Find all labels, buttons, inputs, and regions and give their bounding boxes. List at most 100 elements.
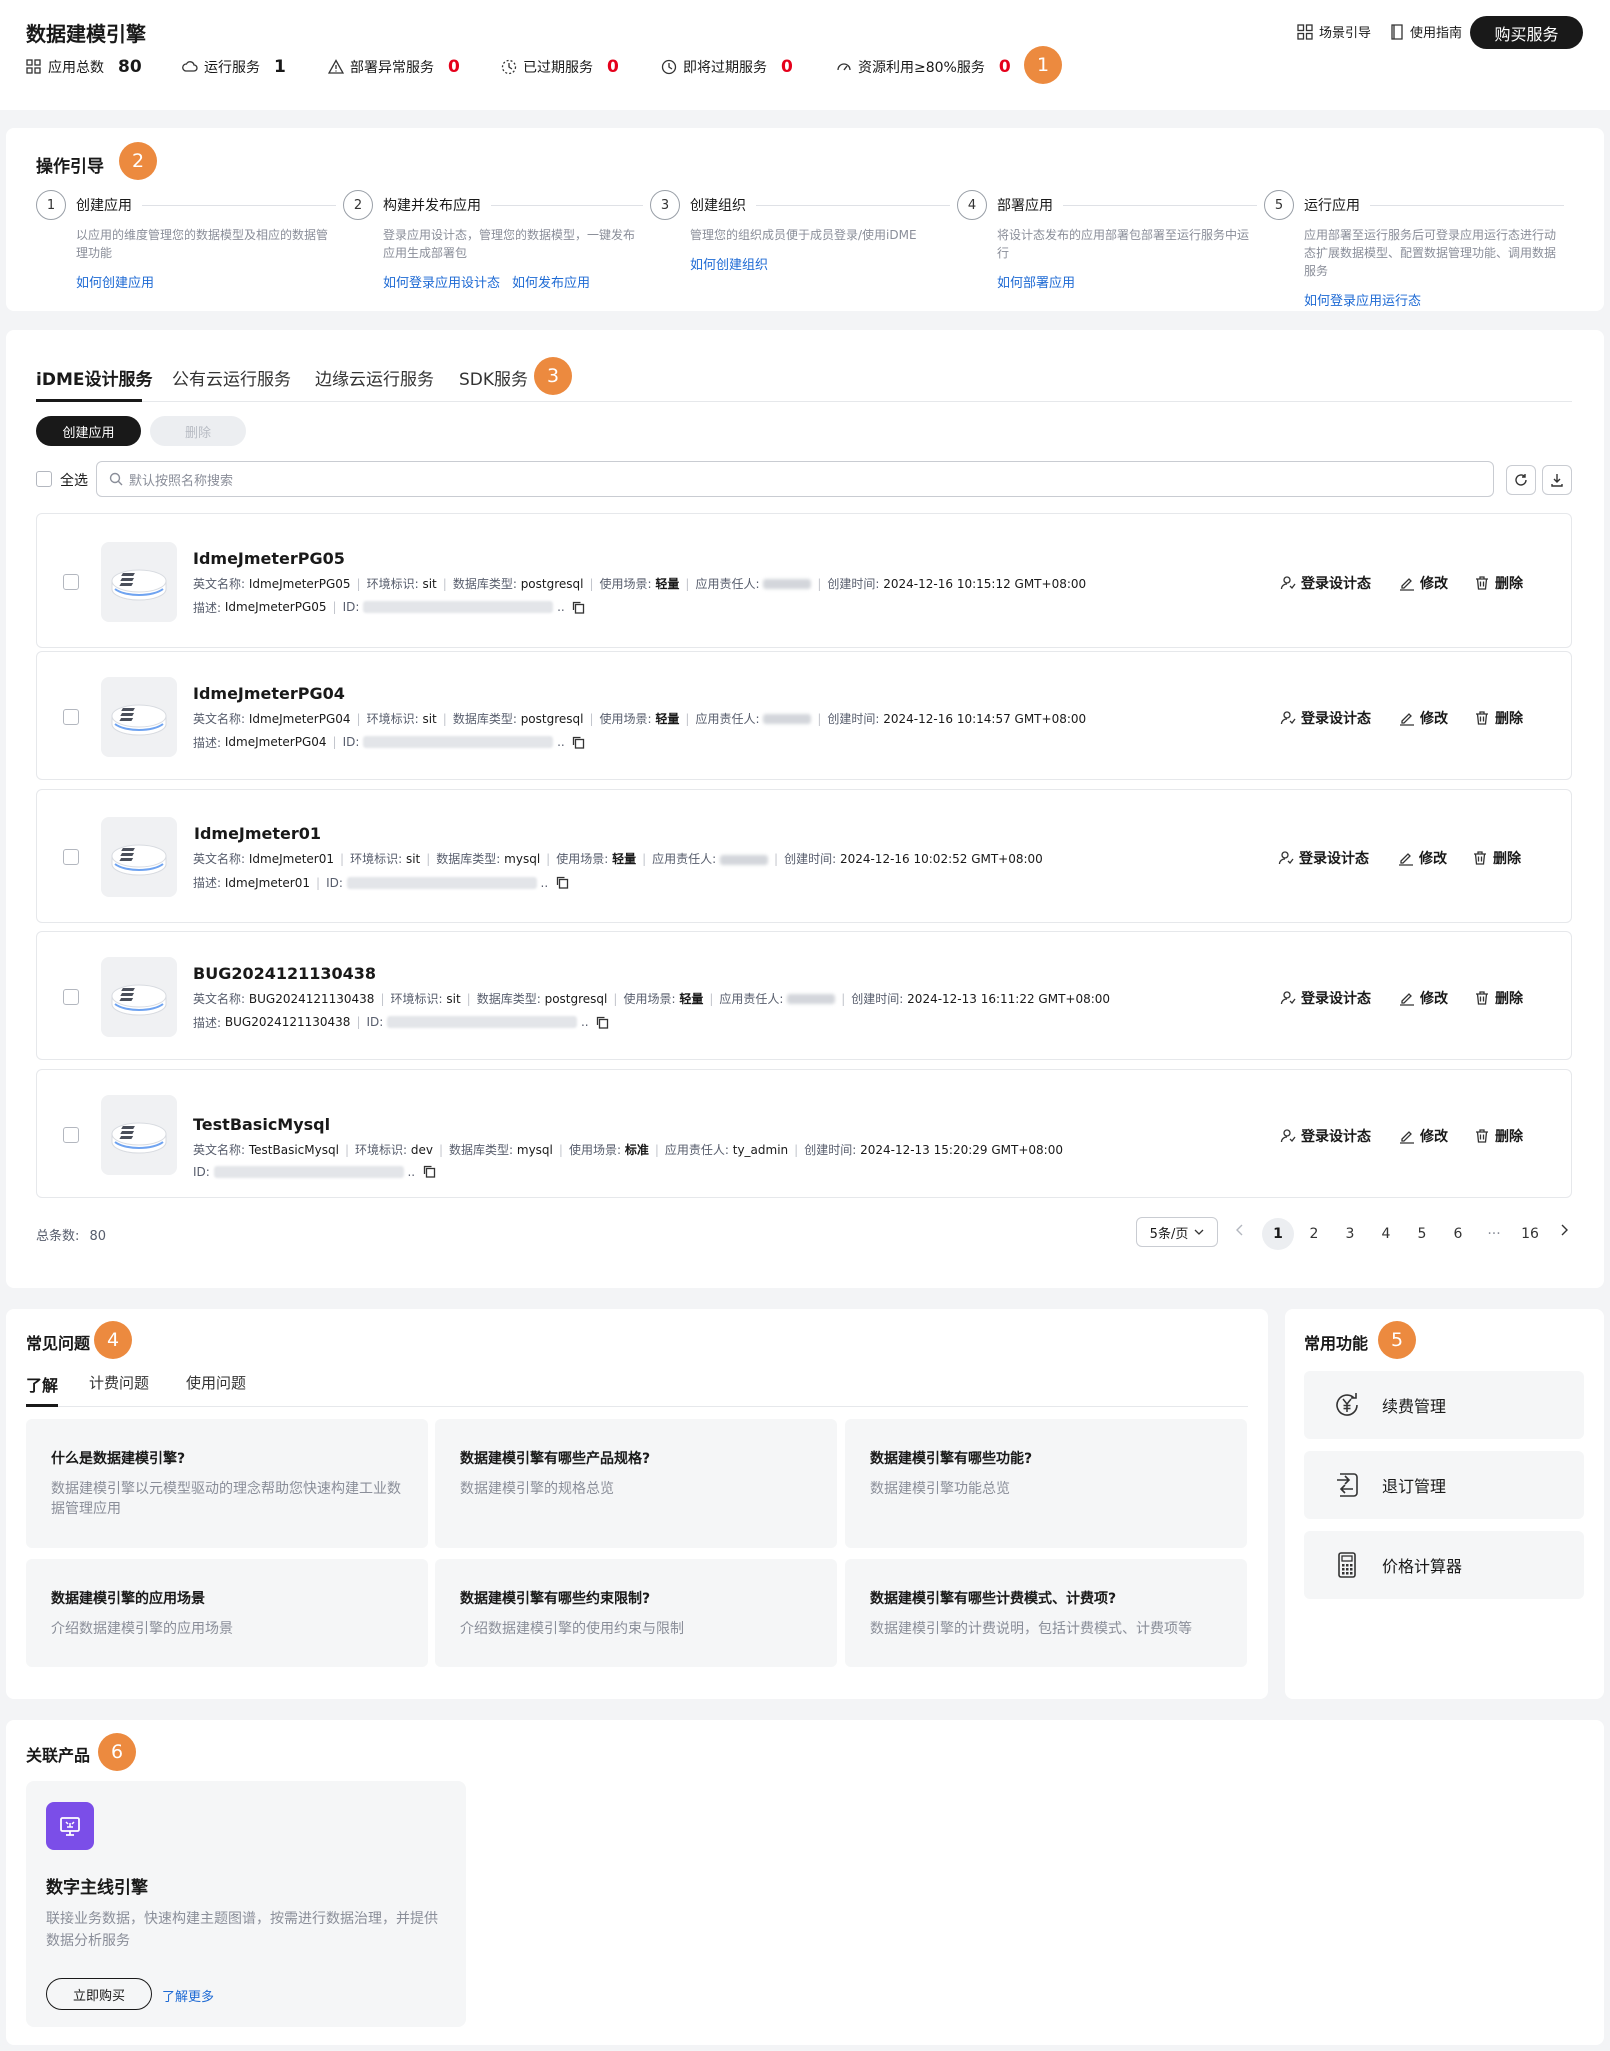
login-design-button[interactable]: 登录设计态 [1280,708,1371,728]
meta-label: 应用责任人: [652,852,717,866]
meta-label: ID: [342,735,360,749]
delete-button[interactable]: 删除 [1474,1126,1523,1146]
edit-icon [1399,853,1413,866]
delete-button[interactable]: 删除 [1474,708,1523,728]
edit-button[interactable]: 修改 [1398,848,1447,868]
page-size-value: 5条/页 [1149,1226,1189,1242]
step-help-link[interactable]: 如何登录应用运行态 [1304,290,1421,309]
faq-tab-3[interactable]: 使用问题 [186,1372,246,1393]
marker-badge-2: 2 [119,142,157,180]
buy-now-button[interactable]: 立即购买 [46,1978,152,2010]
faq-tab-1[interactable]: 了解 [26,1372,58,1396]
price-calculator-item[interactable]: 价格计算器 [1304,1531,1584,1599]
page-button[interactable]: 2 [1298,1218,1330,1250]
edit-button[interactable]: 修改 [1399,988,1448,1008]
stat-5: 即将过期服务 0 [661,57,793,77]
grid-icon [1297,23,1313,40]
faq-item[interactable]: 什么是数据建模引擎? 数据建模引擎以元模型驱动的理念帮助您快速构建工业数据管理应用 [26,1419,428,1548]
login-design-label: 登录设计态 [1301,990,1371,1007]
prev-page-button[interactable] [1236,1224,1244,1240]
download-icon [1551,474,1563,487]
page-size-select[interactable]: 5条/页 [1136,1217,1218,1247]
app-meta-line2: 描述: IdmeJmeterPG04 | ID: .. [193,734,585,751]
faq-item[interactable]: 数据建模引擎有哪些功能? 数据建模引擎功能总览 [845,1419,1247,1548]
row-checkbox[interactable] [63,988,79,1005]
delete-button[interactable]: 删除 [1474,573,1523,593]
edit-button[interactable]: 修改 [1399,573,1448,593]
step-help-link[interactable]: 如何创建组织 [690,254,768,273]
faq-tab-2[interactable]: 计费问题 [89,1372,149,1393]
learn-more-link[interactable]: 了解更多 [162,1986,214,2005]
unsubscribe-management-item[interactable]: 退订管理 [1304,1451,1584,1519]
copy-icon[interactable] [572,601,585,614]
tab-service-3[interactable]: 边缘云运行服务 [315,365,434,390]
faq-answer: 数据建模引擎的规格总览 [460,1481,614,1497]
copy-icon[interactable] [596,1016,609,1029]
login-design-button[interactable]: 登录设计态 [1280,988,1371,1008]
page-button[interactable]: 5 [1406,1218,1438,1250]
renewal-management-item[interactable]: 续费管理 [1304,1371,1584,1439]
app-meta-line2: 描述: IdmeJmeter01 | ID: .. [193,874,569,891]
select-all-checkbox[interactable] [36,471,52,487]
app-name[interactable]: IdmeJmeterPG04 [193,684,345,703]
tab-service-2[interactable]: 公有云运行服务 [172,365,291,390]
edit-button[interactable]: 修改 [1399,708,1448,728]
row-checkbox[interactable] [63,573,79,590]
scene-guide-link[interactable]: 场景引导 [1297,22,1371,41]
delete-button[interactable]: 删除 [1472,848,1521,868]
meta-label: 英文名称: [193,852,246,866]
app-database-icon [101,817,177,897]
step-help-link[interactable]: 如何创建应用 [76,272,154,291]
step-help-link[interactable]: 如何发布应用 [512,272,590,291]
app-meta: 英文名称: TestBasicMysql | 环境标识: dev | 数据库类型: my… [193,1142,1063,1157]
gauge-icon [837,63,851,71]
meta-label: 创建时间: [784,852,837,866]
row-checkbox[interactable] [63,849,79,865]
login-design-button[interactable]: 登录设计态 [1280,573,1371,593]
app-name[interactable]: IdmeJmeter01 [194,824,321,843]
faq-item[interactable]: 数据建模引擎有哪些计费模式、计费项? 数据建模引擎的计费说明，包括计费模式、计费项… [845,1559,1247,1667]
page-button[interactable]: 3 [1334,1218,1366,1250]
app-name[interactable]: TestBasicMysql [193,1115,330,1134]
create-app-button[interactable]: 创建应用 [36,416,141,446]
copy-icon[interactable] [572,736,585,749]
copy-icon[interactable] [556,876,569,889]
renewal-label: 续费管理 [1382,1397,1447,1416]
refresh-button[interactable] [1506,465,1536,495]
app-name[interactable]: BUG2024121130438 [193,964,376,983]
page-button[interactable]: 1 [1262,1218,1294,1250]
faq-item[interactable]: 数据建模引擎的应用场景 介绍数据建模引擎的应用场景 [26,1559,428,1667]
login-design-button[interactable]: 登录设计态 [1278,848,1369,868]
page-button[interactable]: 6 [1442,1218,1474,1250]
buy-service-button[interactable]: 购买服务 [1470,16,1583,49]
page-button[interactable]: 4 [1370,1218,1402,1250]
app-en-name: IdmeJmeterPG05 [248,576,351,591]
user-login-icon [1280,575,1296,589]
edit-button[interactable]: 修改 [1399,1126,1448,1146]
trash-icon [1474,851,1486,865]
app-desc: IdmeJmeterPG05 [224,600,327,614]
next-page-button[interactable] [1560,1224,1568,1240]
usage-guide-link[interactable]: 使用指南 [1390,22,1462,41]
delete-batch-button[interactable]: 删除 [150,416,246,446]
delete-button[interactable]: 删除 [1474,988,1523,1008]
copy-icon[interactable] [423,1165,436,1178]
faq-item[interactable]: 数据建模引擎有哪些产品规格? 数据建模引擎的规格总览 [435,1419,837,1548]
step-help-link[interactable]: 如何登录应用设计态 [383,272,500,291]
meta-label: 环境标识: [366,576,419,591]
login-design-button[interactable]: 登录设计态 [1280,1126,1371,1146]
stat-label: 已过期服务 [523,60,593,76]
row-checkbox[interactable] [63,1126,79,1143]
app-created-time: 2024-12-16 10:02:52 GMT+08:00 [839,852,1043,866]
row-checkbox[interactable] [63,708,79,725]
download-button[interactable] [1542,465,1572,495]
tab-service-1[interactable]: iDME设计服务 [36,365,152,390]
app-name[interactable]: IdmeJmeterPG05 [193,549,345,568]
tab-service-4[interactable]: SDK服务 [459,365,528,390]
usage-guide-label: 使用指南 [1410,26,1463,41]
page-button[interactable]: 16 [1514,1218,1546,1250]
step-help-link[interactable]: 如何部署应用 [997,272,1075,291]
faq-item[interactable]: 数据建模引擎有哪些约束限制? 介绍数据建模引擎的使用约束与限制 [435,1559,837,1667]
search-input[interactable]: 默认按照名称搜索 [96,461,1494,497]
app-meta: 英文名称: IdmeJmeterPG05 | 环境标识: sit | 数据库类型: po… [193,576,1087,591]
